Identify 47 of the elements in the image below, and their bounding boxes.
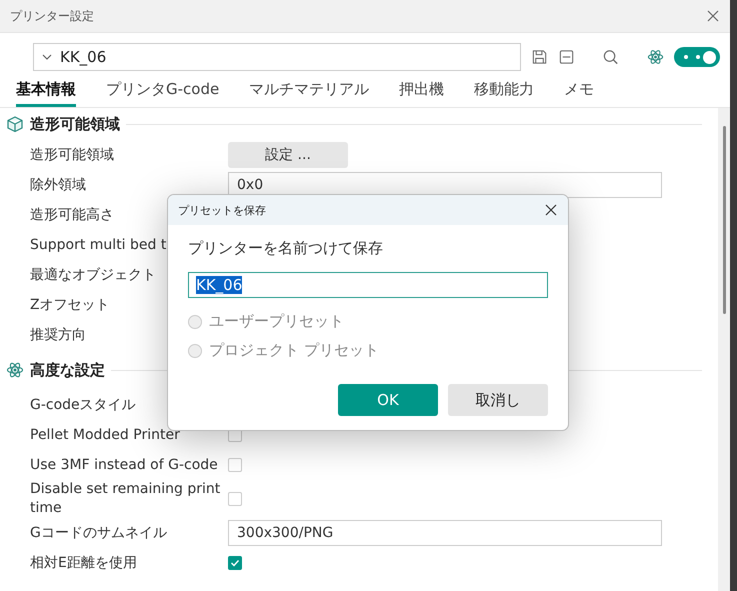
setting-label: 除外領域 (30, 176, 86, 192)
search-icon[interactable] (602, 48, 620, 66)
checkbox[interactable] (228, 492, 242, 506)
setting-label: 最適なオブジェクト (30, 266, 156, 282)
setting-label: Use 3MF instead of G-code (30, 456, 218, 472)
radio-label: ユーザープリセット (209, 312, 344, 331)
setting-label: Support multi bed t (30, 236, 166, 252)
checkbox[interactable] (228, 556, 242, 570)
toggle-switch[interactable] (674, 47, 720, 67)
ok-button[interactable]: OK (338, 384, 438, 416)
close-icon[interactable] (544, 203, 558, 217)
setting-label: Pellet Modded Printer (30, 426, 180, 442)
tab[interactable]: 基本情報 (16, 80, 76, 107)
section-title: 高度な設定 (30, 360, 105, 380)
tab[interactable]: プリンタG-code (106, 80, 220, 107)
tab[interactable]: マルチマテリアル (249, 80, 370, 107)
tab[interactable]: メモ (564, 80, 594, 107)
close-icon[interactable] (706, 9, 720, 23)
section-title: 造形可能領域 (30, 114, 120, 134)
chevron-down-icon[interactable] (42, 54, 52, 60)
save-icon[interactable] (530, 48, 548, 66)
setting-label: G-codeスタイル (30, 396, 136, 412)
tab[interactable]: 押出機 (399, 80, 444, 107)
input-field[interactable]: 300x300/PNG (228, 520, 662, 546)
setting-label: Zオフセット (30, 296, 110, 312)
name-field[interactable]: KK_06 (188, 272, 548, 298)
setting-label: 造形可能高さ (30, 206, 114, 222)
atom-icon (6, 361, 24, 379)
dialog-prompt: プリンターを名前つけて保存 (188, 239, 384, 258)
atom-button-icon[interactable] (647, 48, 664, 66)
setting-label: Disable set remaining print time (30, 481, 220, 516)
preset-dropdown[interactable]: KK_06 (33, 43, 521, 71)
setting-label: Gコードのサムネイル (30, 524, 167, 540)
check-icon (230, 558, 240, 568)
radio-label: プロジェクト プリセット (209, 341, 379, 360)
tab[interactable]: 移動能力 (474, 80, 534, 107)
setting-label: 推奨方向 (30, 326, 86, 342)
scrollbar[interactable] (718, 108, 730, 591)
settings-button[interactable]: 設定 ... (228, 142, 348, 168)
checkbox[interactable] (228, 458, 242, 472)
dialog-title: プリセットを保存 (178, 202, 266, 218)
cancel-button[interactable]: 取消し (448, 384, 548, 416)
cube-icon (6, 115, 24, 133)
setting-label: 相対E距離を使用 (30, 554, 137, 570)
window-title: プリンター設定 (10, 8, 94, 24)
setting-label: 造形可能領域 (30, 146, 114, 162)
minus-box-icon[interactable] (558, 48, 575, 66)
